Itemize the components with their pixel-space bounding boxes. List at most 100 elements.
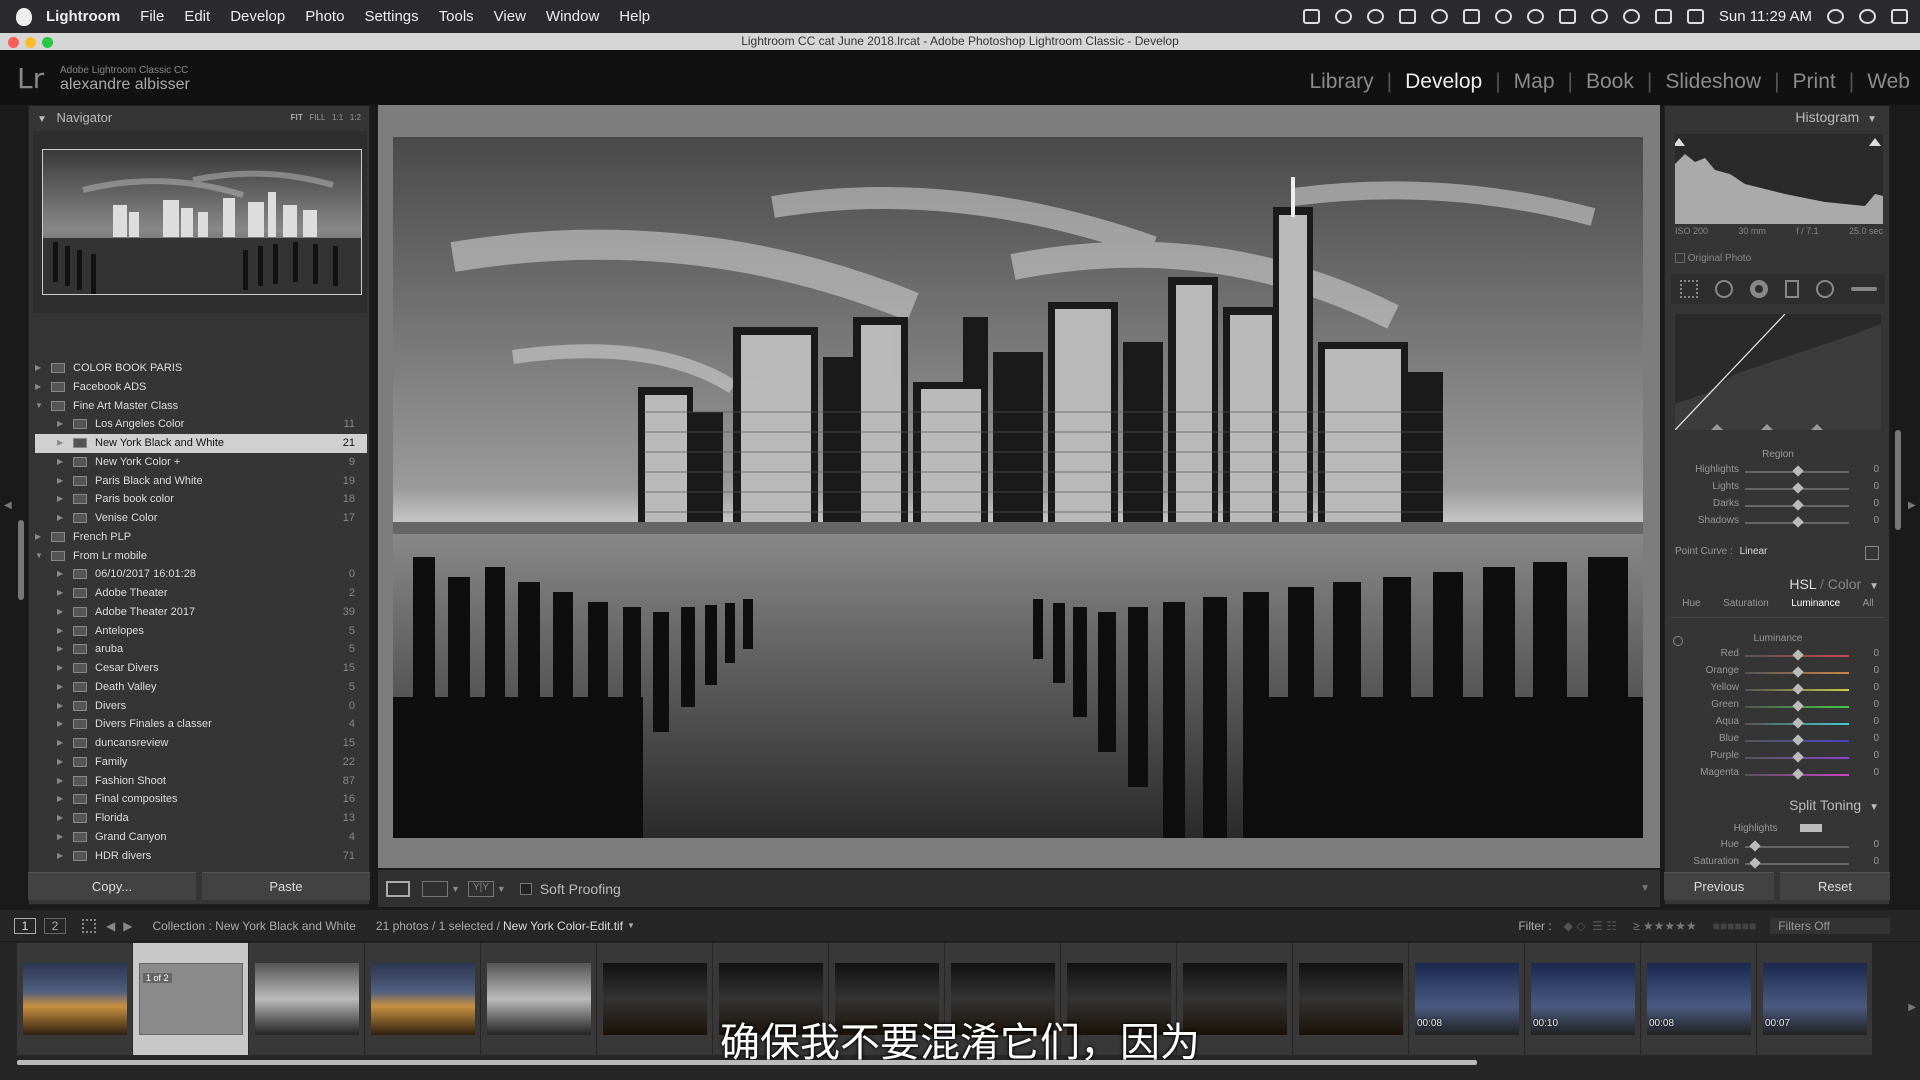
collapse-triangle-icon[interactable]: ▼ [37, 114, 47, 125]
forward-arrow-icon[interactable]: ▶ [123, 919, 132, 933]
wifi-icon[interactable] [1622, 9, 1640, 24]
disclosure-triangle-icon[interactable]: ▶ [57, 715, 63, 734]
disclosure-triangle-icon[interactable]: ▶ [57, 472, 63, 491]
collection-item[interactable]: ▼ From Lr mobile [35, 547, 367, 566]
tab-luminance[interactable]: Luminance [1791, 598, 1840, 617]
disclosure-triangle-icon[interactable]: ▶ [57, 640, 63, 659]
slider-knob[interactable] [1792, 751, 1804, 763]
tab-all[interactable]: All [1863, 598, 1874, 617]
screen-1-button[interactable]: 1 [14, 917, 36, 934]
point-curve-select[interactable]: Linear [1740, 546, 1768, 557]
slider-knob[interactable] [1792, 499, 1804, 511]
close-window-icon[interactable] [8, 37, 19, 48]
slider-knob[interactable] [1792, 666, 1804, 678]
display-icon[interactable] [1462, 9, 1480, 24]
original-photo-checkbox[interactable] [1675, 253, 1685, 264]
collection-item[interactable]: ▶ Cesar Divers 15 [35, 659, 367, 678]
time-machine-icon[interactable] [1590, 9, 1608, 24]
collection-item[interactable]: ▶ duncansreview 15 [35, 734, 367, 753]
slider-knob[interactable] [1792, 649, 1804, 661]
slider-knob[interactable] [1749, 857, 1761, 869]
module-book[interactable]: Book [1586, 70, 1634, 94]
disclosure-triangle-icon[interactable]: ▶ [57, 565, 63, 584]
module-slideshow[interactable]: Slideshow [1665, 70, 1761, 94]
highlight-color-swatch[interactable] [1800, 824, 1823, 833]
collection-item[interactable]: ▶ Adobe Theater 2 [35, 584, 367, 603]
slider-knob[interactable] [1792, 700, 1804, 712]
collection-item[interactable]: ▶ Death Valley 5 [35, 678, 367, 697]
slider-value[interactable]: 0 [1873, 716, 1879, 727]
before-after-icon[interactable] [422, 880, 448, 897]
disclosure-triangle-icon[interactable]: ▶ [57, 584, 63, 603]
disclosure-triangle-icon[interactable]: ▶ [57, 678, 63, 697]
disclosure-triangle-icon[interactable]: ▶ [57, 734, 63, 753]
collection-item[interactable]: ▶ Los Angeles Color 11 [35, 415, 367, 434]
disclosure-triangle-icon[interactable]: ▶ [57, 753, 63, 772]
slider-row[interactable]: Darks 0 [1665, 498, 1891, 515]
grammarly-icon[interactable] [1526, 9, 1544, 24]
previous-button[interactable]: Previous [1664, 872, 1774, 900]
tab-hue[interactable]: Hue [1682, 598, 1700, 617]
collection-item[interactable]: ▶ New York Black and White 21 [35, 434, 367, 453]
disclosure-triangle-icon[interactable]: ▶ [57, 697, 63, 716]
navigator-thumbnail[interactable] [42, 149, 362, 295]
screen-2-button[interactable]: 2 [44, 917, 66, 934]
collection-path[interactable]: Collection : New York Black and White [152, 919, 355, 933]
slider-knob[interactable] [1792, 683, 1804, 695]
slider-value[interactable]: 0 [1873, 464, 1879, 475]
module-map[interactable]: Map [1514, 70, 1555, 94]
slider-row[interactable]: Shadows 0 [1665, 515, 1891, 532]
adjustment-brush-icon[interactable] [1850, 287, 1877, 291]
collection-item[interactable]: ▶ HDR divers 71 [35, 847, 367, 866]
slider-row[interactable]: Orange 0 [1665, 665, 1891, 682]
menu-app[interactable]: Lightroom [46, 8, 120, 25]
zoom-1-2[interactable]: 1:2 [350, 113, 361, 122]
zoom-fit[interactable]: FIT [291, 113, 303, 122]
collection-item[interactable]: ▶ Antelopes 5 [35, 622, 367, 641]
flame-icon[interactable] [1494, 9, 1512, 24]
zoom-window-icon[interactable] [42, 37, 53, 48]
module-print[interactable]: Print [1793, 70, 1836, 94]
slider-row[interactable]: Aqua 0 [1665, 716, 1891, 733]
flag-icon[interactable] [1686, 9, 1704, 24]
slider-knob[interactable] [1792, 717, 1804, 729]
menu-help[interactable]: Help [619, 8, 650, 25]
disclosure-triangle-icon[interactable]: ▶ [57, 603, 63, 622]
split-toning-header[interactable]: Split Toning ▼ [1665, 794, 1891, 816]
creative-cloud-icon[interactable] [1430, 9, 1448, 24]
collection-item[interactable]: ▼ Fine Art Master Class [35, 397, 367, 416]
toolbar-menu-icon[interactable]: ▼ [1640, 883, 1650, 894]
slider-row[interactable]: Highlights 0 [1665, 464, 1891, 481]
collection-item[interactable]: ▶ Venise Color 17 [35, 509, 367, 528]
disclosure-triangle-icon[interactable]: ▶ [57, 509, 63, 528]
slider-value[interactable]: 0 [1873, 665, 1879, 676]
slider-knob[interactable] [1792, 734, 1804, 746]
graduated-filter-icon[interactable] [1784, 280, 1799, 298]
filters-off-select[interactable]: Filters Off [1770, 917, 1890, 934]
red-eye-icon[interactable] [1749, 280, 1768, 298]
user-avatar-icon[interactable] [1859, 9, 1876, 24]
disclosure-triangle-icon[interactable]: ▶ [35, 378, 41, 397]
loupe-view-icon[interactable] [386, 880, 410, 897]
flag-filter-icons[interactable]: ◆ ◇ ☰ ☷ [1564, 919, 1617, 933]
filename-dropdown-icon[interactable]: ▼ [627, 921, 635, 930]
clipboard-icon[interactable] [1558, 9, 1576, 24]
crop-overlay-icon[interactable] [1679, 280, 1698, 298]
collection-item[interactable]: ▶ aruba 5 [35, 640, 367, 659]
slider-row[interactable]: Purple 0 [1665, 750, 1891, 767]
disclosure-triangle-icon[interactable]: ▶ [57, 772, 63, 791]
slider-track[interactable] [1745, 846, 1849, 848]
tab-saturation[interactable]: Saturation [1723, 598, 1769, 617]
slider-value[interactable]: 0 [1873, 750, 1879, 761]
disclosure-triangle-icon[interactable]: ▼ [35, 547, 43, 566]
menu-settings[interactable]: Settings [364, 8, 418, 25]
collapse-triangle-icon[interactable]: ▼ [1869, 802, 1879, 813]
filmstrip-scrollbar[interactable] [17, 1060, 1477, 1065]
collection-item[interactable]: ▶ New York Color + 9 [35, 453, 367, 472]
slider-row[interactable]: Magenta 0 [1665, 767, 1891, 784]
zoom-fill[interactable]: FILL [309, 113, 325, 122]
slider-row[interactable]: Blue 0 [1665, 733, 1891, 750]
zoom-1-1[interactable]: 1:1 [332, 113, 343, 122]
module-web[interactable]: Web [1867, 70, 1910, 94]
target-adjustment-icon[interactable] [1865, 546, 1879, 560]
